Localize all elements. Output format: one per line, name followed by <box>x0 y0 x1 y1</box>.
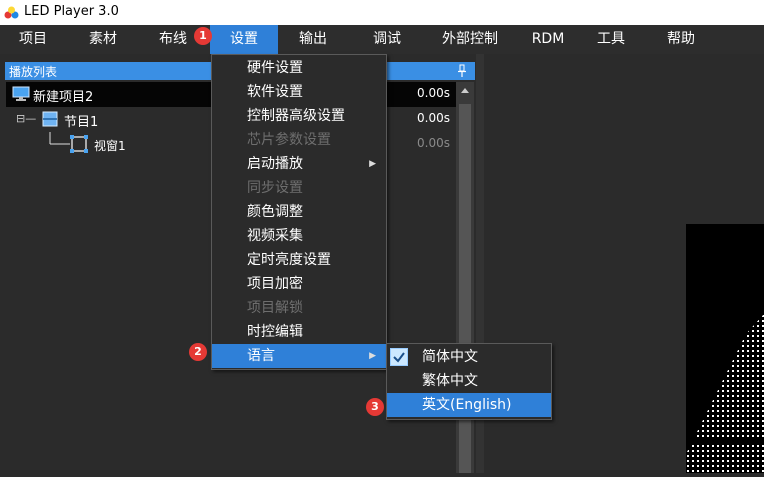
pin-icon[interactable] <box>457 64 467 78</box>
menu-item-sync-settings: 同步设置 <box>247 180 303 196</box>
menu-item-controller-advanced[interactable]: 控制器高级设置 <box>212 104 386 128</box>
step-badge-3: 3 <box>366 398 384 416</box>
menu-item-startup-play[interactable]: 启动播放 ▶ <box>212 152 386 176</box>
menu-settings[interactable]: 设置 <box>210 25 278 54</box>
program-time: 0.00s <box>417 111 450 125</box>
window-icon <box>70 135 88 153</box>
menu-debug[interactable]: 调试 <box>362 25 412 54</box>
menu-item-timed-brightness[interactable]: 定时亮度设置 <box>212 248 386 272</box>
project-time: 0.00s <box>417 86 450 100</box>
menu-item-hardware-settings[interactable]: 硬件设置 <box>212 56 386 80</box>
menu-wiring[interactable]: 布线 <box>148 25 198 54</box>
menu-item-timeline-edit[interactable]: 时控编辑 <box>212 320 386 344</box>
window-label: 视窗1 <box>94 139 126 153</box>
menu-project[interactable]: 项目 <box>8 25 58 54</box>
project-label: 新建项目2 <box>33 90 94 105</box>
window-title: LED Player 3.0 <box>24 4 119 19</box>
playlist-title: 播放列表 <box>9 65 58 79</box>
menu-item-software-settings[interactable]: 软件设置 <box>212 80 386 104</box>
led-pattern <box>686 314 764 473</box>
menu-item-language[interactable]: 语言 ▶ <box>212 344 386 368</box>
window-time: 0.00s <box>417 136 450 150</box>
step-badge-2: 2 <box>189 343 207 361</box>
menu-item-traditional-chinese[interactable]: 繁体中文 <box>387 369 551 393</box>
menu-item-project-unlock: 项目解锁 <box>247 300 303 316</box>
monitor-icon <box>12 86 30 101</box>
submenu-arrow-icon: ▶ <box>369 351 376 361</box>
menu-item-english[interactable]: 英文(English) <box>387 393 551 417</box>
program-label: 节目1 <box>64 115 99 130</box>
menu-bar: 项目 素材 布线 设置 输出 调试 外部控制 RDM 工具 帮助 <box>0 25 764 54</box>
menu-help[interactable]: 帮助 <box>656 25 706 54</box>
menu-item-simplified-chinese[interactable]: 简体中文 <box>387 345 551 369</box>
menu-rdm[interactable]: RDM <box>523 25 573 54</box>
menu-item-video-capture[interactable]: 视频采集 <box>212 224 386 248</box>
menu-item-color-adjust[interactable]: 颜色调整 <box>212 200 386 224</box>
menu-external-control[interactable]: 外部控制 <box>430 25 510 54</box>
menu-tools[interactable]: 工具 <box>586 25 636 54</box>
menu-item-chip-params: 芯片参数设置 <box>247 132 331 148</box>
submenu-arrow-icon: ▶ <box>369 159 376 169</box>
language-submenu: 简体中文 繁体中文 英文(English) <box>386 343 552 420</box>
menu-media[interactable]: 素材 <box>78 25 128 54</box>
title-bar: LED Player 3.0 <box>0 0 764 25</box>
settings-menu: 硬件设置 软件设置 控制器高级设置 芯片参数设置 启动播放 ▶ 同步设置 颜色调整… <box>211 54 387 370</box>
tree-connector <box>49 132 70 145</box>
menu-output[interactable]: 输出 <box>288 25 338 54</box>
step-badge-1: 1 <box>194 27 212 45</box>
led-preview-screen <box>686 224 764 473</box>
menu-item-project-encrypt[interactable]: 项目加密 <box>212 272 386 296</box>
check-icon <box>390 348 408 366</box>
tree-expander[interactable]: ⊟— <box>16 112 36 125</box>
app-logo-icon <box>4 6 19 19</box>
program-icon <box>42 111 58 127</box>
scroll-up-icon[interactable] <box>456 82 474 100</box>
